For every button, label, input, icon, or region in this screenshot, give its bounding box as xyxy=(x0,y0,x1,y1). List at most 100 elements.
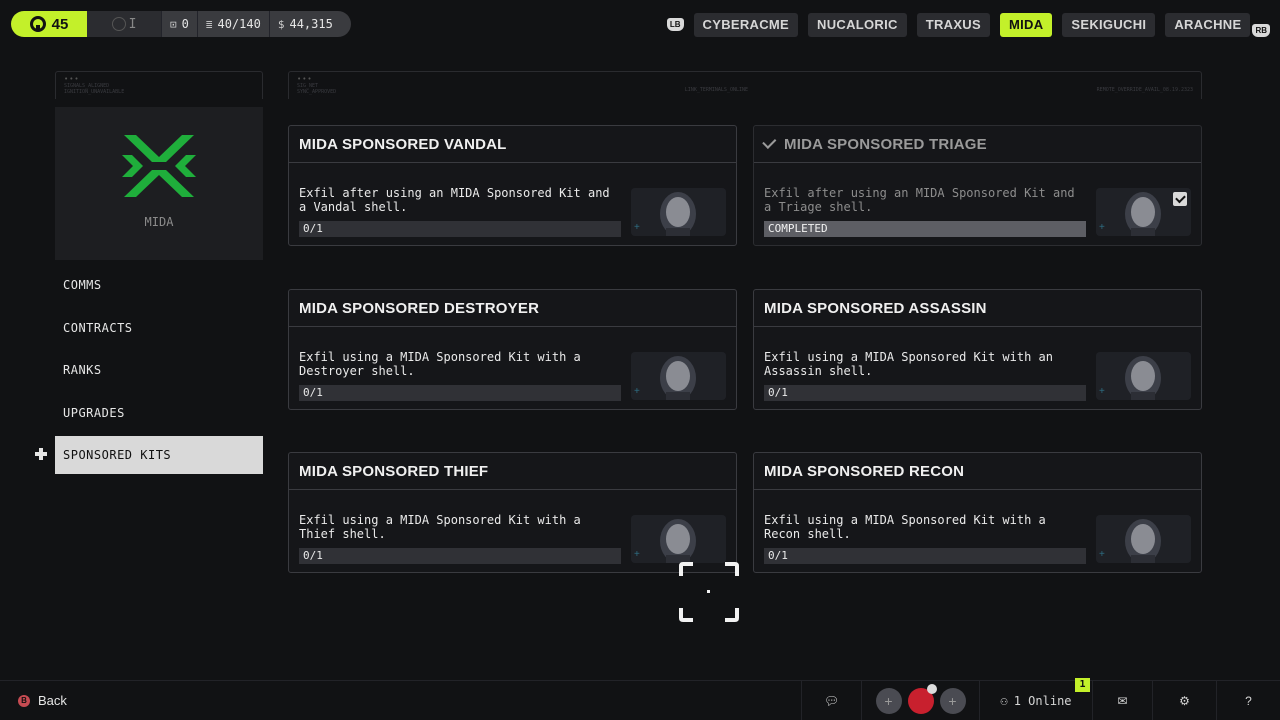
left-header-strip: ••• SIGNALS_ALIGNED IGNITION_UNAVAILABLE xyxy=(55,71,263,99)
rb-button-hint[interactable]: RB xyxy=(1252,24,1270,37)
contract-title: MIDA SPONSORED TRIAGE xyxy=(784,135,987,153)
nav-ranks[interactable]: RANKS xyxy=(55,351,263,389)
online-count: 1 Online xyxy=(1013,694,1072,708)
lb-button-hint[interactable]: LB xyxy=(666,18,684,31)
progress-text: 0/1 xyxy=(303,549,323,562)
nav-label: COMMS xyxy=(63,278,102,292)
mida-logo-icon xyxy=(122,135,196,197)
gear-icon: ⚙ xyxy=(1179,694,1190,708)
contract-title-row: MIDA SPONSORED DESTROYER xyxy=(289,290,736,327)
nav-sponsored-kits[interactable]: SPONSORED KITS xyxy=(35,436,263,475)
plus-mark-icon: + xyxy=(1099,549,1105,560)
nav-label: CONTRACTS xyxy=(63,320,133,335)
chat-icon: 💬︎ xyxy=(823,694,840,708)
tab-sekiguchi[interactable]: SEKIGUCHI xyxy=(1062,12,1156,37)
contract-progress-bar: 0/1 xyxy=(764,385,1086,401)
contract-title: MIDA SPONSORED THIEF xyxy=(299,462,489,480)
tab-cyberacme[interactable]: CYBERACME xyxy=(693,12,799,37)
notification-badge: 1 xyxy=(1075,678,1090,692)
faction-tabs: LB CYBERACME NUCALORIC TRAXUS MIDA SEKIG… xyxy=(666,12,1270,37)
faction-name: MIDA xyxy=(144,215,174,229)
tab-traxus[interactable]: TRAXUS xyxy=(916,12,990,37)
checkmark-icon xyxy=(762,134,777,149)
inventory-capacity: ≣ 40/140 xyxy=(196,11,269,37)
party-slots: + + xyxy=(861,681,979,720)
contract-title: MIDA SPONSORED RECON xyxy=(764,462,965,480)
shell-portrait: + xyxy=(631,352,726,400)
plus-mark-icon: + xyxy=(1099,222,1105,233)
contract-title-row: MIDA SPONSORED TRIAGE xyxy=(754,126,1201,163)
strip-dots: ••• xyxy=(297,75,313,83)
strip-text-3: REMOTE_OVERRIDE_AVAIL_08.19.2323 xyxy=(1096,87,1193,93)
back-label: Back xyxy=(38,693,67,708)
player-level: 45 xyxy=(11,11,87,37)
back-button[interactable]: B Back xyxy=(18,693,67,708)
credits-icon: $ xyxy=(277,17,285,31)
contract-title-row: MIDA SPONSORED VANDAL xyxy=(289,126,736,163)
contract-title: MIDA SPONSORED ASSASSIN xyxy=(764,299,987,317)
b-button-icon: B xyxy=(18,694,30,707)
plus-mark-icon: + xyxy=(634,222,640,233)
progress-text: 0/1 xyxy=(303,222,323,235)
tab-arachne[interactable]: ARACHNE xyxy=(1165,12,1251,37)
contract-title: MIDA SPONSORED DESTROYER xyxy=(299,299,540,317)
chat-button[interactable]: 💬︎ xyxy=(801,681,861,720)
contract-progress-bar: COMPLETED xyxy=(764,221,1086,237)
headset-icon xyxy=(29,16,46,32)
progress-text: 0/1 xyxy=(768,549,788,562)
item-count-value: 0 xyxy=(181,17,189,31)
credits-value: 44,315 xyxy=(289,17,333,31)
nav-label: SPONSORED KITS xyxy=(63,448,172,463)
contract-description: Exfil after using an MIDA Sponsored Kit … xyxy=(764,186,1075,214)
strip-text-1: SIG_NET SYNC_APPROVED xyxy=(297,83,337,95)
selection-cursor-icon xyxy=(35,448,47,461)
strip-dots: ••• xyxy=(64,75,80,83)
player-status-bar: 45 I ⊡ 0 ≣ 40/140 $ 44,315 xyxy=(11,11,351,37)
mail-button[interactable]: ✉ xyxy=(1092,681,1152,720)
contract-card-5[interactable]: MIDA SPONSORED THIEF Exfil using a MIDA … xyxy=(288,452,737,573)
main-header-strip: ••• SIG_NET SYNC_APPROVED LINK_TERMINALS… xyxy=(288,71,1202,99)
tab-mida[interactable]: MIDA xyxy=(999,12,1053,37)
credits: $ 44,315 xyxy=(268,11,341,37)
contract-progress-bar: 0/1 xyxy=(764,548,1086,564)
nav-contracts[interactable]: CONTRACTS xyxy=(55,309,263,347)
nav-upgrades[interactable]: UPGRADES xyxy=(55,394,263,432)
contract-card-3[interactable]: MIDA SPONSORED DESTROYER Exfil using a M… xyxy=(288,289,737,410)
contract-title-row: MIDA SPONSORED RECON xyxy=(754,453,1201,490)
nav-label: RANKS xyxy=(63,363,102,378)
shell-portrait: + xyxy=(631,515,726,563)
contract-card-4[interactable]: MIDA SPONSORED ASSASSIN Exfil using a MI… xyxy=(753,289,1202,410)
faction-panel: MIDA xyxy=(55,107,263,260)
runner-portrait-icon xyxy=(631,188,726,236)
add-party-member-button[interactable]: + xyxy=(939,688,966,714)
mail-icon: ✉ xyxy=(1117,694,1128,708)
runner-portrait-icon xyxy=(631,352,726,400)
nav-comms[interactable]: COMMS xyxy=(55,266,263,304)
progress-text: 0/1 xyxy=(768,386,788,399)
strip-text: SIGNALS_ALIGNED IGNITION_UNAVAILABLE xyxy=(64,83,125,95)
resource-stats: ⊡ 0 ≣ 40/140 $ 44,315 xyxy=(161,11,351,37)
contract-progress-bar: 0/1 xyxy=(299,221,621,237)
contract-card-1[interactable]: MIDA SPONSORED VANDAL Exfil after using … xyxy=(288,125,737,246)
capacity-value: 40/140 xyxy=(217,17,261,31)
shell-portrait: + xyxy=(1096,352,1191,400)
cursor-reticle-icon xyxy=(679,562,739,622)
plus-mark-icon: + xyxy=(1099,386,1105,397)
contract-description: Exfil using a MIDA Sponsored Kit with a … xyxy=(299,513,581,541)
progress-text: 0/1 xyxy=(303,386,323,399)
help-button[interactable]: ? xyxy=(1216,681,1280,720)
contract-card-6[interactable]: MIDA SPONSORED RECON Exfil using a MIDA … xyxy=(753,452,1202,573)
contract-progress-bar: 0/1 xyxy=(299,548,621,564)
add-party-member-button[interactable]: + xyxy=(875,688,902,714)
rank-icon xyxy=(111,17,126,31)
player-level-value: 45 xyxy=(51,15,69,33)
contract-card-2[interactable]: MIDA SPONSORED TRIAGE Exfil after using … xyxy=(753,125,1202,246)
tab-nucaloric[interactable]: NUCALORIC xyxy=(808,12,907,37)
contract-title: MIDA SPONSORED VANDAL xyxy=(299,135,507,153)
player-avatar[interactable] xyxy=(907,684,937,714)
contract-progress-bar: 0/1 xyxy=(299,385,621,401)
stack-icon: ≣ xyxy=(205,17,213,31)
contract-description: Exfil using a MIDA Sponsored Kit with an… xyxy=(764,350,1053,378)
completed-checkbox-icon xyxy=(1173,192,1187,206)
settings-button[interactable]: ⚙ xyxy=(1152,681,1216,720)
